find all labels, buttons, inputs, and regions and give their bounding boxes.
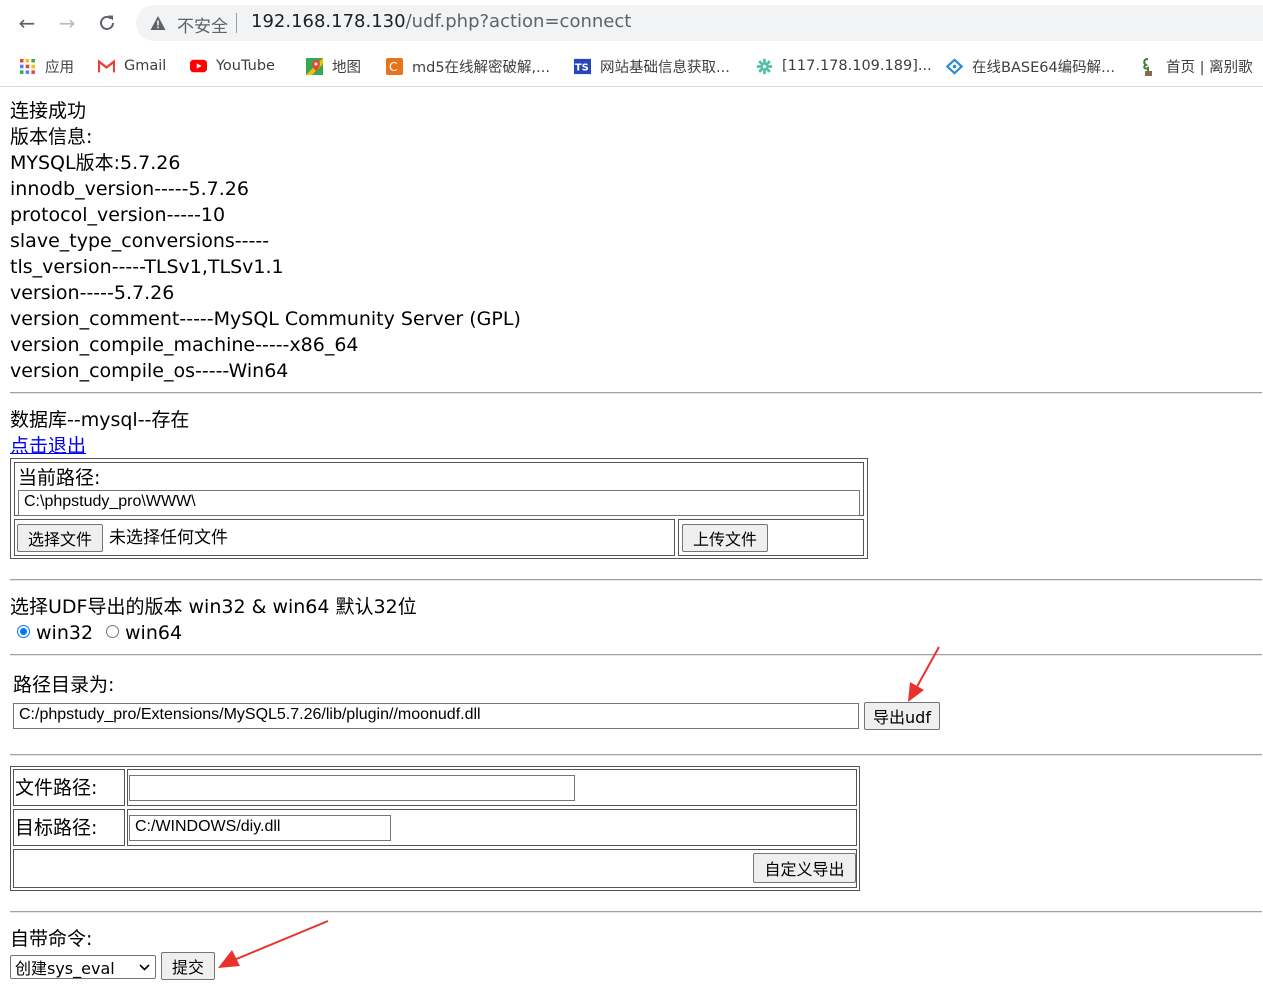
apps-grid-icon [19,58,36,75]
version-line: protocol_version-----10 [10,204,226,226]
logout-link[interactable]: 点击退出 [10,435,86,457]
divider [10,754,1262,756]
radio-win32-label: win32 [36,622,94,644]
file-path-input[interactable] [129,775,575,801]
url-path: /udf.php?action=connect [405,11,632,32]
file-picker-cell: 选择文件 未选择任何文件 [14,519,675,556]
bookmark-label: Gmail [124,58,167,74]
version-line: version_comment-----MySQL Community Serv… [10,308,521,330]
back-arrow-icon[interactable]: ← [11,8,43,38]
bookmark-maps[interactable]: 地图 [306,54,361,78]
reload-icon[interactable] [91,8,123,38]
command-selected-option: 创建sys_eval [15,959,115,978]
browser-toolbar: ← → 不安全 192.168.178.130/udf.php?action=c… [0,0,1263,46]
file-path-label: 文件路径: [15,777,98,799]
bookmark-gmail[interactable]: Gmail [98,54,166,78]
bookmark-label: 在线BASE64编码解... [972,59,1116,76]
bookmark-apps[interactable]: 应用 [19,54,74,78]
target-path-input[interactable]: C:/WINDOWS/diy.dll [129,815,391,841]
bookmark-ts[interactable]: TS 网站基础信息获取... [574,54,730,78]
bookmark-youtube[interactable]: YouTube [190,54,275,78]
plant-site-icon [1140,57,1157,76]
target-path-input-cell: C:/WINDOWS/diy.dll [127,809,857,846]
radio-win64-label: win64 [125,622,183,644]
bookmark-label: 应用 [45,59,74,76]
connection-status: 连接成功 [10,100,87,122]
upload-file-button[interactable]: 上传文件 [682,524,768,552]
divider [10,911,1262,913]
md5-site-icon: C [386,57,403,75]
url-text[interactable]: 192.168.178.130/udf.php?action=connect [251,11,631,32]
svg-text:C: C [389,60,397,74]
bookmarks-bar: 应用 Gmail YouTube 地图 C md5在线解密破解,... TS 网… [0,46,1263,87]
custom-export-form: 文件路径: 目标路径: C:/WINDOWS/diy.dll 自定义导出 [10,766,860,891]
version-line: version_compile_os-----Win64 [10,360,289,382]
version-line: innodb_version-----5.7.26 [10,178,249,200]
bookmark-label: 地图 [332,59,361,76]
export-udf-button[interactable]: 导出udf [864,702,940,730]
forward-arrow-icon[interactable]: → [51,8,83,38]
upload-path-cell: 当前路径: C:\phpstudy_pro\WWW\ [14,462,864,516]
version-line: slave_type_conversions----- [10,230,270,252]
warning-icon [150,16,166,30]
bookmark-md5[interactable]: C md5在线解密破解,... [386,54,550,78]
command-label: 自带命令: [10,928,93,950]
version-line: tls_version-----TLSv1,TLSv1.1 [10,256,284,278]
upload-form: 当前路径: C:\phpstudy_pro\WWW\ 选择文件 未选择任何文件 … [10,458,868,559]
bookmark-label: YouTube [216,58,275,74]
bookmark-label: [117.178.109.189]... [782,58,932,74]
maps-icon [306,57,323,75]
gmail-icon [98,58,115,75]
version-heading: 版本信息: [10,126,93,148]
upload-button-cell: 上传文件 [678,519,864,556]
upload-path-input[interactable]: C:\phpstudy_pro\WWW\ [18,490,860,516]
choose-file-button[interactable]: 选择文件 [17,524,103,552]
divider [10,392,1262,394]
version-line: version_compile_machine-----x86_64 [10,334,359,356]
chevron-down-icon [139,964,150,971]
insecure-label: 不安全 [177,17,228,37]
base64-site-icon [946,57,963,75]
ts-site-icon: TS [574,58,591,75]
radio-win32[interactable] [17,625,30,638]
bookmark-base64[interactable]: 在线BASE64编码解... [946,54,1115,78]
custom-export-button[interactable]: 自定义导出 [753,853,856,883]
logout-link-line: 点击退出 [10,433,86,459]
address-bar[interactable]: 不安全 192.168.178.130/udf.php?action=conne… [136,5,1263,41]
upload-path-label: 当前路径: [18,467,101,489]
custom-export-button-cell: 自定义导出 [13,849,857,888]
bookmark-label: md5在线解密破解,... [412,59,550,76]
version-line: version-----5.7.26 [10,282,175,304]
url-host: 192.168.178.130 [251,11,406,32]
divider [10,654,1262,656]
youtube-icon [190,58,207,75]
bookmark-ip[interactable]: [117.178.109.189]... [756,54,932,78]
file-path-input-cell [127,769,857,806]
file-path-label-cell: 文件路径: [13,769,125,806]
radio-win64[interactable] [106,625,119,638]
annotation-arrow-icon [908,646,940,702]
no-file-text: 未选择任何文件 [109,528,228,548]
omnibox-divider [236,13,237,33]
database-status: 数据库--mysql--存在 [10,409,190,431]
udf-version-label: 选择UDF导出的版本 win32 & win64 默认32位 [10,596,417,618]
submit-button[interactable]: 提交 [161,952,215,980]
export-path-label: 路径目录为: [13,674,115,696]
target-path-label-cell: 目标路径: [13,809,125,846]
export-path-input[interactable]: C:/phpstudy_pro/Extensions/MySQL5.7.26/l… [13,703,859,729]
version-line: MYSQL版本:5.7.26 [10,152,181,174]
divider [10,579,1262,581]
target-path-label: 目标路径: [15,817,98,839]
svg-text:TS: TS [575,62,589,73]
bookmark-label: 首页 | 离别歌 [1166,59,1253,76]
annotation-arrow-icon [218,920,329,968]
command-select[interactable]: 创建sys_eval [10,955,156,979]
bookmark-label: 网站基础信息获取... [600,59,730,76]
gear-site-icon [756,58,773,75]
bookmark-home[interactable]: 首页 | 离别歌 [1140,54,1253,78]
